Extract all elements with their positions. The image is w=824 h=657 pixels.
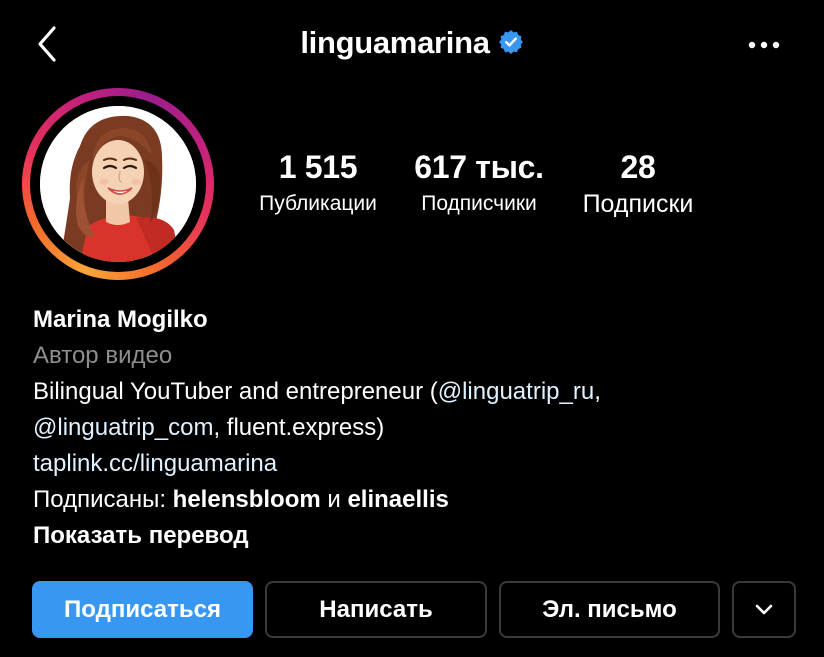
- suggested-accounts-button[interactable]: [732, 581, 796, 638]
- bio-line-3: taplink.cc/linguamarina: [33, 446, 813, 482]
- following-count: 28: [620, 149, 656, 185]
- profile-name: Marina Mogilko: [33, 306, 208, 333]
- show-translation-link[interactable]: Показать перевод: [33, 518, 813, 554]
- followed-by-user-elinaellis[interactable]: elinaellis: [347, 486, 448, 513]
- email-button-label: Эл. письмо: [542, 595, 677, 623]
- profile-category: Автор видео: [33, 342, 173, 369]
- bio-text: ,: [594, 378, 601, 405]
- more-options-button[interactable]: [742, 28, 786, 62]
- email-button[interactable]: Эл. письмо: [499, 581, 720, 638]
- follow-button-label: Подписаться: [64, 595, 221, 623]
- story-ring[interactable]: [22, 88, 214, 280]
- verified-badge-icon: [498, 30, 523, 54]
- message-button-label: Написать: [319, 595, 433, 623]
- avatar-illustration: [40, 106, 196, 262]
- mention-link-linguatrip-ru[interactable]: @linguatrip_ru: [438, 378, 594, 405]
- avatar: [40, 106, 196, 262]
- bio-text: Bilingual YouTuber and entrepreneur (: [33, 378, 438, 405]
- top-bar: linguamarina: [0, 0, 824, 92]
- followers-count: 617 тыс.: [414, 149, 544, 185]
- followed-by: Подписаны: helensbloom и elinaellis: [33, 482, 813, 518]
- stat-posts[interactable]: 1 515 Публикации: [246, 148, 390, 218]
- posts-label: Публикации: [259, 192, 377, 215]
- mention-link-linguatrip-com[interactable]: @linguatrip_com: [33, 414, 213, 441]
- following-label: Подписки: [582, 190, 694, 218]
- stat-followers[interactable]: 617 тыс. Подписчики: [404, 148, 554, 218]
- follow-button[interactable]: Подписаться: [32, 581, 253, 638]
- bio-line-2: @linguatrip_com, fluent.express): [33, 410, 813, 446]
- header-title: linguamarina: [0, 25, 824, 61]
- chevron-down-icon: [755, 604, 773, 614]
- followed-by-prefix: Подписаны:: [33, 486, 173, 513]
- followers-label: Подписчики: [421, 192, 537, 215]
- profile-bio: Marina Mogilko Автор видео Bilingual You…: [33, 302, 813, 554]
- website-link[interactable]: taplink.cc/linguamarina: [33, 450, 277, 477]
- followed-by-user-helensbloom[interactable]: helensbloom: [173, 486, 321, 513]
- posts-count: 1 515: [278, 149, 358, 185]
- bio-text: , fluent.express): [213, 414, 385, 441]
- profile-username: linguamarina: [300, 25, 490, 60]
- stat-following[interactable]: 28 Подписки: [566, 148, 710, 218]
- more-horizontal-icon: [748, 41, 780, 49]
- message-button[interactable]: Написать: [265, 581, 487, 638]
- followed-by-and: и: [320, 486, 348, 513]
- bio-line-1: Bilingual YouTuber and entrepreneur (@li…: [33, 374, 813, 410]
